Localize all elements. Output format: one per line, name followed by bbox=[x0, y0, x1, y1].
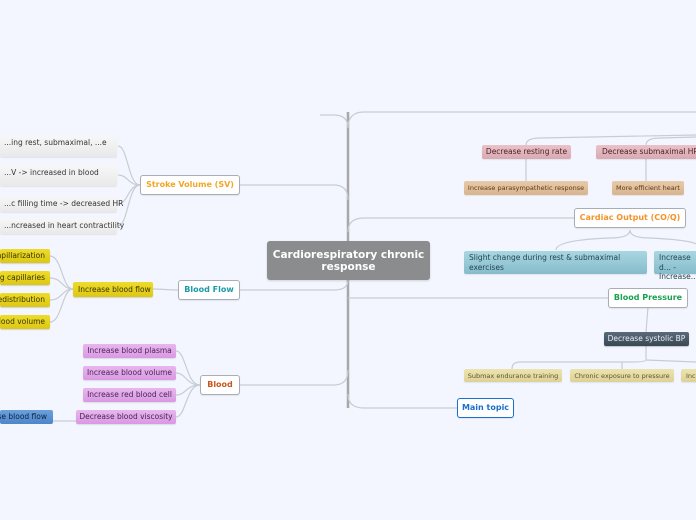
subtopic-sv-2-label: ...V -> increased in blood bbox=[4, 168, 99, 177]
subtopic-co-increase-label: Increase d... - Increase... bbox=[659, 253, 696, 281]
subtopic-blood-4-label: Decrease blood viscosity bbox=[79, 412, 173, 421]
subtopic-parasympathetic[interactable]: Increase parasympathetic response bbox=[464, 181, 588, 195]
topic-blood-flow[interactable]: Blood Flow bbox=[178, 280, 240, 300]
subtopic-co-slight-change[interactable]: Slight change during rest & submaximal e… bbox=[464, 251, 647, 274]
subtopic-decrease-systolic-bp[interactable]: Decrease systolic BP bbox=[604, 332, 689, 346]
subtopic-blood-flow-increase[interactable]: ...se blood flow bbox=[0, 410, 53, 424]
topic-blood-pressure[interactable]: Blood Pressure bbox=[608, 288, 688, 308]
topic-main[interactable]: Main topic bbox=[457, 398, 514, 418]
subtopic-bf-3[interactable]: ...edistribution bbox=[0, 293, 50, 307]
central-topic[interactable]: Cardiorespiratory chronic response bbox=[267, 241, 430, 280]
subtopic-bf-3-label: ...edistribution bbox=[0, 295, 45, 304]
topic-blood-label: Blood bbox=[207, 380, 233, 389]
subtopic-sv-4-label: ...ncreased in heart contractility bbox=[4, 221, 125, 230]
subtopic-co-increase[interactable]: Increase d... - Increase... bbox=[654, 251, 696, 281]
topic-blood[interactable]: Blood bbox=[200, 375, 240, 395]
topic-blood-flow-label: Blood Flow bbox=[184, 285, 234, 294]
topic-blood-pressure-label: Blood Pressure bbox=[613, 293, 683, 302]
subtopic-blood-3-label: Increase red blood cell bbox=[87, 390, 172, 399]
subtopic-bf-2[interactable]: ...g capillaries bbox=[0, 271, 50, 285]
topic-cardiac-output[interactable]: Cardiac Output (CO/Q) bbox=[574, 208, 686, 228]
subtopic-blood-1[interactable]: Increase blood plasma bbox=[83, 344, 176, 358]
subtopic-efficient-heart[interactable]: More efficient heart bbox=[612, 181, 684, 195]
subtopic-decrease-submax-hr-label: Decrease submaximal HR bbox=[602, 147, 696, 156]
subtopic-blood-4[interactable]: Decrease blood viscosity bbox=[76, 410, 176, 424]
topic-stroke-volume[interactable]: Stroke Volume (SV) bbox=[140, 175, 240, 195]
subtopic-bf-4[interactable]: ...lood volume bbox=[0, 315, 50, 329]
subtopic-bf-1-label: ...apillarization bbox=[0, 251, 45, 260]
subtopic-submax-training[interactable]: Submax endurance training bbox=[464, 369, 562, 382]
subtopic-sv-4[interactable]: ...ncreased in heart contractility bbox=[0, 218, 124, 234]
subtopic-blood-2-label: Increase blood volume bbox=[86, 368, 173, 377]
subtopic-chronic-exposure-label: Chronic exposure to pressure bbox=[574, 371, 670, 380]
subtopic-sv-3-label: ...c filling time -> decreased HR bbox=[4, 199, 124, 208]
subtopic-blood-3[interactable]: Increase red blood cell bbox=[83, 388, 176, 402]
subtopic-bp-inc-label: Inc... bbox=[686, 371, 696, 380]
subtopic-blood-2[interactable]: Increase blood volume bbox=[83, 366, 176, 380]
subtopic-blood-flow-increase-label: ...se blood flow bbox=[0, 412, 47, 421]
topic-stroke-volume-label: Stroke Volume (SV) bbox=[146, 180, 234, 189]
subtopic-blood-1-label: Increase blood plasma bbox=[87, 346, 172, 355]
subtopic-decrease-systolic-bp-label: Decrease systolic BP bbox=[607, 334, 686, 343]
subtopic-bf-1[interactable]: ...apillarization bbox=[0, 249, 50, 263]
topic-main-label: Main topic bbox=[461, 403, 510, 412]
subtopic-bf-2-label: ...g capillaries bbox=[0, 273, 45, 282]
subtopic-increase-blood-flow[interactable]: Increase blood flow bbox=[73, 282, 153, 297]
subtopic-co-slight-change-label: Slight change during rest & submaximal e… bbox=[469, 253, 621, 272]
subtopic-increase-blood-flow-label: Increase blood flow bbox=[78, 284, 151, 294]
subtopic-parasympathetic-label: Increase parasympathetic response bbox=[467, 184, 585, 192]
subtopic-decrease-submax-hr[interactable]: Decrease submaximal HR bbox=[596, 145, 696, 159]
subtopic-sv-1-label: ...ing rest, submaximal, ...e bbox=[4, 138, 107, 147]
subtopic-chronic-exposure[interactable]: Chronic exposure to pressure bbox=[570, 369, 674, 382]
subtopic-decrease-resting-rate-label: Decrease resting rate bbox=[485, 147, 568, 156]
subtopic-efficient-heart-label: More efficient heart bbox=[616, 184, 680, 192]
subtopic-sv-1[interactable]: ...ing rest, submaximal, ...e bbox=[0, 136, 117, 157]
subtopic-sv-3[interactable]: ...c filling time -> decreased HR bbox=[0, 196, 123, 212]
subtopic-sv-2[interactable]: ...V -> increased in blood bbox=[0, 165, 117, 186]
subtopic-bf-4-label: ...lood volume bbox=[0, 317, 45, 326]
subtopic-submax-training-label: Submax endurance training bbox=[467, 371, 559, 380]
topic-cardiac-output-label: Cardiac Output (CO/Q) bbox=[579, 213, 681, 222]
subtopic-decrease-resting-rate[interactable]: Decrease resting rate bbox=[482, 145, 571, 159]
central-topic-label: Cardiorespiratory chronic response bbox=[272, 248, 425, 273]
subtopic-bp-inc[interactable]: Inc... bbox=[681, 369, 696, 382]
